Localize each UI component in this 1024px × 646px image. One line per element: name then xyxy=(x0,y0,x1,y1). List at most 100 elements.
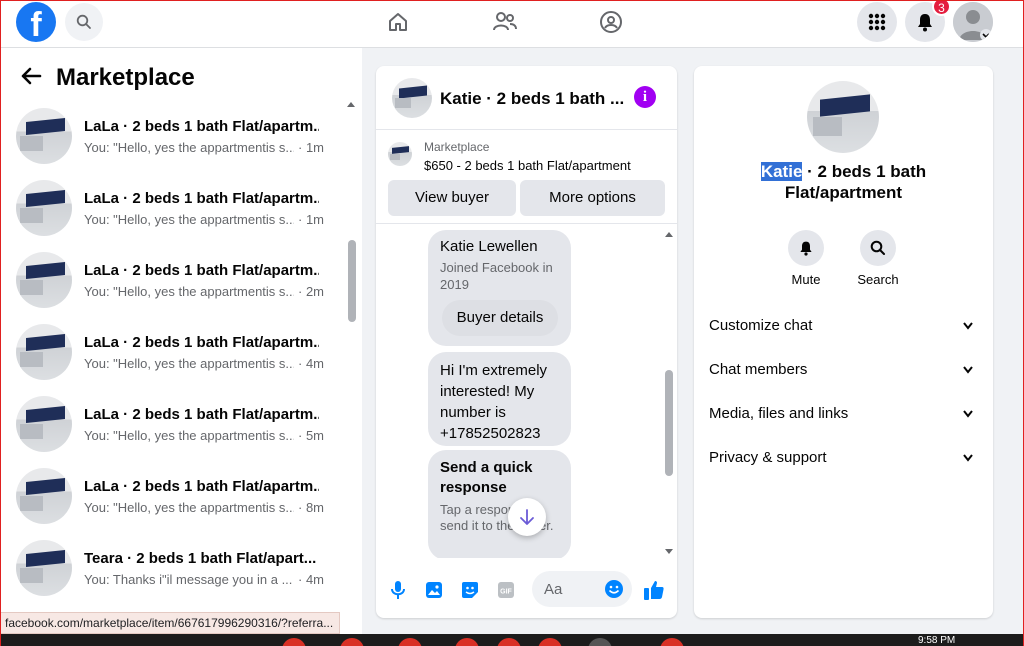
scrollbar-thumb[interactable] xyxy=(665,370,673,476)
listing-thumbnail xyxy=(16,252,72,308)
chat-title[interactable]: Katie · 2 beds 1 bath ... xyxy=(440,89,625,109)
conversation-snippet: You: "Hello, yes the appartmentis s... xyxy=(84,140,294,155)
quick-response-card[interactable]: Send a quick response Tap a response to … xyxy=(428,450,571,558)
search-button[interactable] xyxy=(65,3,103,41)
like-button[interactable] xyxy=(642,578,666,602)
conversation-list: LaLa · 2 beds 1 bath Flat/apartm... You:… xyxy=(0,108,340,612)
conversation-time: · 4m xyxy=(298,572,324,587)
message-bubble: Hi I'm extremely interested! My number i… xyxy=(428,352,571,446)
section-media-files-links[interactable]: Media, files and links xyxy=(709,396,979,432)
taskbar-app-icon[interactable] xyxy=(398,638,422,646)
listing-thumbnail xyxy=(16,396,72,452)
listing-thumbnail xyxy=(16,540,72,596)
listing-source: Marketplace xyxy=(424,140,490,154)
chat-thumbnail[interactable] xyxy=(392,78,432,118)
chevron-down-icon xyxy=(963,352,973,402)
gif-icon: GIF xyxy=(498,582,514,598)
conversation-info-panel: Katie · 2 beds 1 bath Flat/apartment Mut… xyxy=(694,66,993,618)
scroll-to-bottom-button[interactable] xyxy=(508,498,546,536)
conversation-time: · 8m xyxy=(298,500,324,515)
taskbar-app-icon[interactable] xyxy=(340,638,364,646)
conversation-title: LaLa · 2 beds 1 bath Flat/apartm... xyxy=(84,478,319,495)
home-icon xyxy=(389,13,407,31)
notifications-badge: 3 xyxy=(932,0,951,16)
taskbar-app-icon[interactable] xyxy=(455,638,479,646)
conversation-title: LaLa · 2 beds 1 bath Flat/apartm... xyxy=(84,334,319,351)
gif-button[interactable]: GIF xyxy=(494,578,518,602)
message-placeholder: Aa xyxy=(544,581,563,598)
list-item[interactable]: LaLa · 2 beds 1 bath Flat/apartm... You:… xyxy=(0,252,340,324)
taskbar-app-icon[interactable] xyxy=(538,638,562,646)
list-item[interactable]: LaLa · 2 beds 1 bath Flat/apartm... You:… xyxy=(0,324,340,396)
groups-nav-button[interactable] xyxy=(597,8,625,36)
photo-button[interactable] xyxy=(422,578,446,602)
menu-button[interactable] xyxy=(857,2,897,42)
mute-action[interactable]: Mute xyxy=(776,230,836,287)
listing-thumbnail xyxy=(16,180,72,236)
listing-thumbnail xyxy=(16,108,72,164)
mute-button[interactable] xyxy=(788,230,824,266)
listing-thumbnail xyxy=(16,468,72,524)
thumbs-up-icon xyxy=(644,581,664,600)
search-in-conversation-button[interactable] xyxy=(860,230,896,266)
list-item[interactable]: LaLa · 2 beds 1 bath Flat/apartm... You:… xyxy=(0,108,340,180)
marketplace-header: Marketplace xyxy=(20,64,195,92)
conversation-time: · 5m xyxy=(298,428,324,443)
facebook-logo[interactable]: f xyxy=(16,2,56,42)
section-customize-chat[interactable]: Customize chat xyxy=(709,308,979,344)
search-icon xyxy=(870,240,885,255)
taskbar-app-icon[interactable] xyxy=(282,638,306,646)
friends-icon xyxy=(493,12,517,31)
conversation-title: LaLa · 2 beds 1 bath Flat/apartm... xyxy=(84,262,319,279)
list-item[interactable]: LaLa · 2 beds 1 bath Flat/apartm... You:… xyxy=(0,396,340,468)
buyer-details-button[interactable]: Buyer details xyxy=(442,300,558,336)
selected-text: Katie xyxy=(760,162,803,181)
listing-thumbnail xyxy=(16,324,72,380)
message-input[interactable]: Aa xyxy=(532,571,632,607)
scrollbar-thumb[interactable] xyxy=(348,240,356,322)
sticker-icon xyxy=(462,582,478,598)
conversation-scrollbar[interactable] xyxy=(346,100,356,620)
list-item[interactable]: Teara · 2 beds 1 bath Flat/apart... You:… xyxy=(0,540,340,612)
buyer-joined: Joined Facebook in 2019 xyxy=(440,260,553,292)
bell-icon xyxy=(918,14,932,32)
avatar-icon xyxy=(953,2,993,42)
listing-price[interactable]: $650 - 2 beds 1 bath Flat/apartment xyxy=(424,158,631,173)
emoji-icon[interactable] xyxy=(604,579,624,599)
section-chat-members[interactable]: Chat members xyxy=(709,352,979,388)
profile-card: Katie Lewellen Joined Facebook in 2019 B… xyxy=(428,230,571,346)
list-item[interactable]: LaLa · 2 beds 1 bath Flat/apartm... You:… xyxy=(0,180,340,252)
search-action[interactable]: Search xyxy=(848,230,908,287)
view-buyer-button[interactable]: View buyer xyxy=(388,180,516,216)
back-arrow-icon[interactable] xyxy=(20,66,42,91)
sticker-button[interactable] xyxy=(458,578,482,602)
mute-label: Mute xyxy=(791,272,821,287)
conversation-snippet: You: "Hello, yes the appartmentis s... xyxy=(84,212,294,227)
friends-nav-button[interactable] xyxy=(491,8,519,36)
scroll-down-icon[interactable] xyxy=(664,548,674,556)
listing-card: Marketplace $650 - 2 beds 1 bath Flat/ap… xyxy=(376,130,677,224)
thread-scrollbar[interactable] xyxy=(664,230,674,556)
conversation-snippet: You: "Hello, yes the appartmentis s... xyxy=(84,500,294,515)
voice-clip-button[interactable] xyxy=(386,578,410,602)
account-avatar-button[interactable] xyxy=(953,2,993,42)
arrow-down-icon xyxy=(520,509,534,525)
taskbar-app-icon[interactable] xyxy=(660,638,684,646)
listing-thumbnail xyxy=(388,142,412,166)
section-label: Customize chat xyxy=(709,317,813,334)
taskbar-app-icon[interactable] xyxy=(588,638,612,646)
conversation-time: · 1m xyxy=(298,140,324,155)
list-item[interactable]: LaLa · 2 beds 1 bath Flat/apartm... You:… xyxy=(0,468,340,540)
more-options-button[interactable]: More options xyxy=(520,180,665,216)
taskbar-app-icon[interactable] xyxy=(497,638,521,646)
home-nav-button[interactable] xyxy=(384,8,412,36)
page-title: Marketplace xyxy=(56,64,195,91)
section-privacy-support[interactable]: Privacy & support xyxy=(709,440,979,476)
conversation-time: · 4m xyxy=(298,356,324,371)
link-status-bar: facebook.com/marketplace/item/6676179962… xyxy=(0,612,340,634)
scroll-up-icon[interactable] xyxy=(664,230,674,238)
search-icon xyxy=(76,14,91,29)
notifications-button[interactable]: 3 xyxy=(905,0,951,42)
info-icon[interactable]: i xyxy=(634,86,656,108)
scroll-up-icon[interactable] xyxy=(346,100,356,108)
